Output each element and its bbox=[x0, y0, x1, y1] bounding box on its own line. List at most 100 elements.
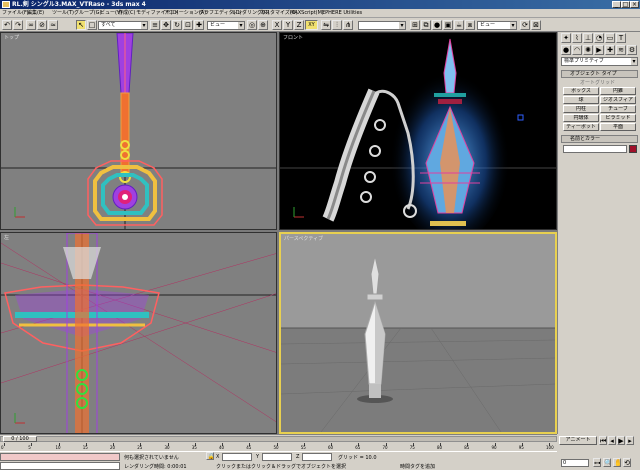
current-frame-field[interactable]: 0 bbox=[561, 459, 589, 467]
menu-edit[interactable]: 編集(E) bbox=[27, 9, 44, 18]
next-frame-icon[interactable]: ▸ bbox=[626, 436, 634, 445]
z-coord-field[interactable] bbox=[302, 453, 332, 461]
autogrid-checkbox[interactable]: オートグリッド bbox=[580, 79, 615, 86]
crosshair-icon[interactable]: ⊕ bbox=[258, 20, 268, 30]
environment-icon[interactable]: ⊠ bbox=[531, 20, 541, 30]
x-coord-field[interactable] bbox=[222, 453, 252, 461]
menu-tools[interactable]: ツール(T) bbox=[52, 9, 74, 18]
maxscript-listener[interactable] bbox=[0, 453, 120, 461]
spacewarps-icon[interactable]: ≋ bbox=[616, 45, 626, 55]
pivot-icon[interactable]: ◎ bbox=[247, 20, 257, 30]
goto-start-icon[interactable]: ⏮ bbox=[599, 436, 607, 445]
schematic-view-icon[interactable]: ⧉ bbox=[421, 20, 431, 30]
time-slider-track[interactable]: 0 / 100 bbox=[0, 436, 557, 442]
menu-group[interactable]: グループ(G) bbox=[74, 9, 101, 18]
utilities-tab-icon[interactable]: T bbox=[616, 33, 626, 43]
cone-button[interactable]: 円錐 bbox=[600, 87, 636, 95]
selection-filter-dropdown[interactable]: すべて bbox=[98, 21, 148, 30]
sphere-button[interactable]: 球 bbox=[563, 96, 599, 104]
select-by-name-icon[interactable]: ≡ bbox=[150, 20, 160, 30]
category-dropdown[interactable]: 標準プリミティブ bbox=[561, 57, 638, 66]
redo-icon[interactable]: ↷ bbox=[13, 20, 23, 30]
arc-rotate-icon[interactable]: ⟲ bbox=[623, 458, 631, 467]
hierarchy-tab-icon[interactable]: ⊥ bbox=[583, 33, 593, 43]
render-last-icon[interactable]: ⧈ bbox=[465, 20, 475, 30]
select-rotate-icon[interactable]: ↻ bbox=[172, 20, 182, 30]
material-editor-icon[interactable]: ● bbox=[432, 20, 442, 30]
axis-x-button[interactable]: X bbox=[272, 20, 282, 30]
helpers-icon[interactable]: ✚ bbox=[605, 45, 615, 55]
time-slider-thumb[interactable]: 0 / 100 bbox=[3, 436, 37, 442]
viewport-perspective[interactable]: パースペクティブ bbox=[279, 232, 557, 434]
geometry-icon[interactable]: ● bbox=[561, 45, 571, 55]
menu-maxscript[interactable]: MAXScript(M) bbox=[290, 9, 324, 18]
track-view-icon[interactable]: ⊞ bbox=[410, 20, 420, 30]
play-icon[interactable]: ▶ bbox=[617, 436, 625, 445]
viewport-top[interactable]: トップ bbox=[0, 32, 277, 230]
create-tab-icon[interactable]: ✦ bbox=[561, 33, 571, 43]
axis-y-button[interactable]: Y bbox=[283, 20, 293, 30]
ref-coord-dropdown[interactable]: ビュー bbox=[207, 21, 245, 30]
box-button[interactable]: ボックス bbox=[563, 87, 599, 95]
teapot-button[interactable]: ティーポット bbox=[563, 123, 599, 131]
pyramid-button[interactable]: ピラミッド bbox=[600, 114, 636, 122]
mirror-icon[interactable]: ⇋ bbox=[321, 20, 331, 30]
lock-selection-icon[interactable]: 🔒 bbox=[206, 452, 214, 460]
maxscript-output[interactable] bbox=[0, 462, 120, 470]
snap-icon[interactable]: ⋔ bbox=[343, 20, 353, 30]
cylinder-button[interactable]: 円柱 bbox=[563, 105, 599, 113]
motion-tab-icon[interactable]: ◔ bbox=[594, 33, 604, 43]
menu-ephere[interactable]: EPHERE Utilities bbox=[322, 9, 362, 18]
pan-icon[interactable]: ✋ bbox=[613, 458, 621, 467]
link-icon[interactable]: ∞ bbox=[26, 20, 36, 30]
rect-region-icon[interactable]: □ bbox=[87, 20, 97, 30]
menu-file[interactable]: ファイル(F) bbox=[2, 9, 29, 18]
bind-spacewarp-icon[interactable]: ≈ bbox=[48, 20, 58, 30]
plane-button[interactable]: 平面 bbox=[600, 123, 636, 131]
cameras-icon[interactable]: ▶ bbox=[594, 45, 604, 55]
shapes-icon[interactable]: ◠ bbox=[572, 45, 582, 55]
object-color-swatch[interactable] bbox=[629, 145, 637, 153]
undo-icon[interactable]: ↶ bbox=[2, 20, 12, 30]
key-mode-icon[interactable]: ⊶ bbox=[593, 458, 601, 467]
prev-frame-icon[interactable]: ◂ bbox=[608, 436, 616, 445]
geosphere-button[interactable]: ジオスフィア bbox=[600, 96, 636, 104]
viewport-label[interactable]: トップ bbox=[4, 34, 19, 41]
rollout-object-type[interactable]: オブジェクト タイプ bbox=[561, 70, 638, 78]
render-scene-icon[interactable]: ▣ bbox=[443, 20, 453, 30]
quick-render-icon[interactable]: ☕ bbox=[454, 20, 464, 30]
timeline-ticks[interactable]: 0 5 10 15 20 25 30 35 40 45 50 55 60 65 70 75 80 85 90 95 10… bbox=[0, 443, 557, 451]
torus-button[interactable]: 円環体 bbox=[563, 114, 599, 122]
named-selection-dropdown[interactable] bbox=[358, 21, 406, 30]
viewport-front[interactable]: フロント bbox=[279, 32, 557, 230]
select-manipulate-icon[interactable]: ✚ bbox=[194, 20, 204, 30]
tube-button[interactable]: チューブ bbox=[600, 105, 636, 113]
rollout-name-color[interactable]: 名前とカラー bbox=[561, 135, 638, 143]
align-icon[interactable]: ⫶ bbox=[332, 20, 342, 30]
zoom-icon[interactable]: 🔍 bbox=[603, 458, 611, 467]
render-type-dropdown[interactable]: ビュー bbox=[477, 21, 517, 30]
viewport-label[interactable]: パースペクティブ bbox=[284, 235, 323, 242]
modify-tab-icon[interactable]: ⌇ bbox=[572, 33, 582, 43]
close-button[interactable]: × bbox=[630, 1, 639, 8]
animate-button[interactable]: アニメート bbox=[559, 436, 597, 445]
viewport-label[interactable]: 左 bbox=[4, 234, 9, 241]
add-time-tag-button[interactable]: 時間タグを追加 bbox=[400, 463, 435, 470]
select-scale-icon[interactable]: ⊡ bbox=[183, 20, 193, 30]
viewport-left[interactable]: 左 bbox=[0, 232, 277, 434]
select-move-icon[interactable]: ✥ bbox=[161, 20, 171, 30]
render-icon[interactable]: ⟳ bbox=[520, 20, 530, 30]
menu-create[interactable]: 作成(C) bbox=[118, 9, 135, 18]
object-name-field[interactable] bbox=[563, 145, 627, 153]
axis-z-button[interactable]: Z bbox=[294, 20, 304, 30]
axis-xy-button[interactable]: XY bbox=[305, 20, 318, 30]
maximize-button[interactable]: □ bbox=[621, 1, 630, 8]
select-object-icon[interactable]: ↖ bbox=[76, 20, 86, 30]
lights-icon[interactable]: ✺ bbox=[583, 45, 593, 55]
y-coord-field[interactable] bbox=[262, 453, 292, 461]
systems-icon[interactable]: ⚙ bbox=[627, 45, 637, 55]
minimize-button[interactable]: _ bbox=[612, 1, 621, 8]
display-tab-icon[interactable]: ▭ bbox=[605, 33, 615, 43]
viewport-label[interactable]: フロント bbox=[283, 34, 303, 41]
unlink-icon[interactable]: ⊘ bbox=[37, 20, 47, 30]
